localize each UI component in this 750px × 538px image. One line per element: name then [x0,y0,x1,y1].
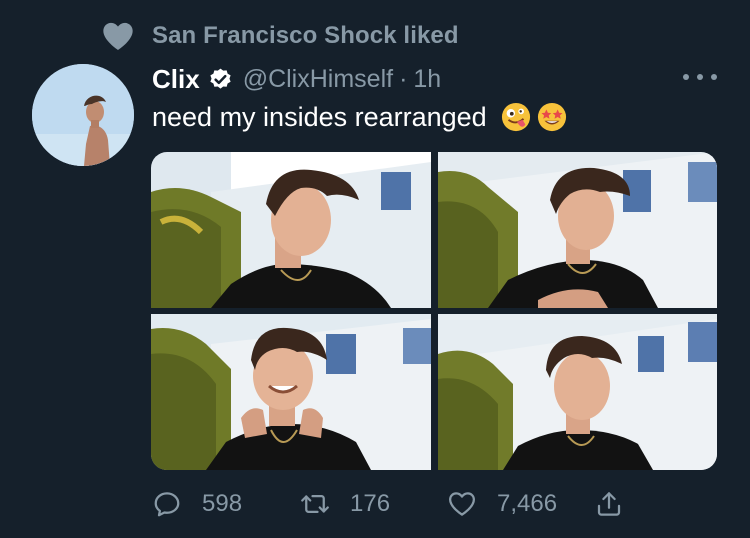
retweet-icon [301,495,329,513]
social-context-text[interactable]: San Francisco Shock liked [152,22,459,50]
separator-dot: · [399,64,408,93]
avatar-image [32,64,134,166]
more-dot [697,74,703,80]
photo-1[interactable] [151,152,431,308]
tweet-body: need my insides rearranged [152,101,487,132]
tweet-header: Clix @ClixHimself · 1h [152,60,441,98]
more-options-button[interactable] [683,66,717,88]
photo-4[interactable] [438,314,717,470]
avatar[interactable] [32,64,134,166]
photo-3[interactable] [151,314,431,470]
action-bar: 598 176 7,466 [152,484,632,524]
zany-face-emoji [501,102,530,132]
photo-2[interactable] [438,152,717,308]
more-dot [683,74,689,80]
more-dot [711,74,717,80]
heart-icon [103,22,133,50]
like-icon [449,492,475,516]
share-icon [597,492,621,516]
user-handle[interactable]: @ClixHimself [243,65,393,94]
reply-icon [154,492,180,517]
reply-count: 598 [202,490,243,517]
retweet-count: 176 [350,490,391,517]
star-struck-emoji [537,102,566,132]
tweet-text: need my insides rearranged [152,100,567,134]
like-button[interactable]: 7,466 [447,484,557,524]
media-grid [151,152,717,470]
display-name[interactable]: Clix [152,64,200,95]
timestamp[interactable]: 1h [413,65,441,94]
share-button[interactable] [594,484,624,524]
social-context: San Francisco Shock liked [102,19,459,53]
verified-badge-icon [210,68,231,89]
like-count: 7,466 [497,490,558,517]
reply-button[interactable]: 598 [152,484,242,524]
retweet-button[interactable]: 176 [300,484,390,524]
